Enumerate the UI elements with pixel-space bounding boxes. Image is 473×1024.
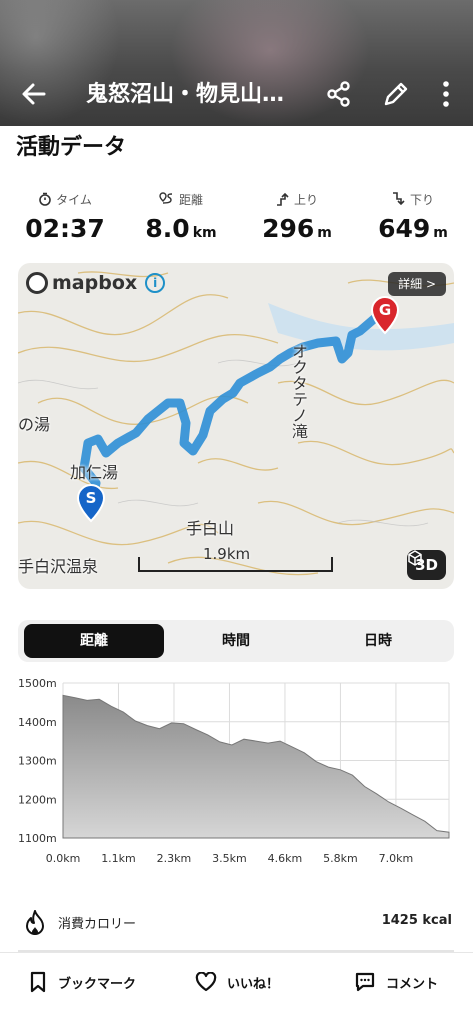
stat-descent: 下り 649 m [358,188,468,248]
map-label-mountain: 手白山 [186,519,235,538]
more-vertical-icon [443,81,449,107]
start-marker[interactable]: S [76,483,106,523]
stat-time-label: タイム [56,192,92,207]
calories-label: 消費カロリー [58,917,137,932]
comment-icon [355,972,375,992]
scale-label: 1.9km [203,545,251,563]
info-icon[interactable]: i [145,273,166,293]
stat-ascent-value: 296 [262,214,315,243]
route-pin-icon [159,192,172,204]
map-label-onsen: 手白沢温泉 [18,557,99,576]
arrow-left-icon [22,83,46,105]
stat-distance-label: 距離 [178,192,203,207]
back-button[interactable] [18,78,50,110]
calories-value: 1425 kcal [381,913,452,928]
chart-ytick-label: 1500m [18,677,57,690]
chart-xtick-label: 3.5km [212,852,247,865]
chart-ytick-label: 1200m [18,793,57,806]
stat-distance: 距離 8.0 km [126,188,236,248]
share-icon [327,81,350,107]
stat-ascent-label: 上り [293,192,318,207]
share-button[interactable] [324,78,354,110]
chart-ytick-label: 1300m [18,755,57,768]
route-map[interactable]: の湯 加仁湯 手白沢温泉 手白山 オクタテノ滝 1.9km S G mapbox… [18,263,454,589]
bookmark-icon [30,971,46,993]
mapbox-logo[interactable]: mapbox i [26,269,166,297]
chart-xtick-label: 1.1km [101,852,136,865]
goal-marker[interactable]: G [370,295,400,335]
stat-distance-value: 8.0 [145,214,190,243]
descent-icon [392,192,405,206]
activity-stats: タイム 02:37 距離 8.0 km 上り 296 m 下り 649 m [0,188,473,248]
heart-icon [195,972,217,992]
stat-ascent: 上り 296 m [242,188,352,248]
calories-row: 消費カロリー 1425 kcal [18,903,454,943]
elevation-chart: 1500m 1400m 1300m 1200m 1100m 0.0km 1.1km 2.3k… [18,677,450,865]
chart-xtick-label: 4.6km [268,852,303,865]
header: 鬼怒沼山・物見山… [0,0,473,126]
chart-xtick-label: 2.3km [157,852,192,865]
bookmark-label: ブックマーク [58,976,137,992]
comment-label: コメント [386,976,439,992]
start-marker-label: S [86,489,97,507]
more-options-button[interactable] [434,78,458,110]
like-label: いいね！ [227,976,280,992]
section-title: 活動データ [16,135,127,160]
chart-tabs: 距離 時間 日時 [18,620,454,662]
stat-descent-value: 649 [378,214,431,243]
chart-ytick-label: 1100m [18,832,57,845]
map-label-kanoyu: 加仁湯 [70,463,119,482]
chart-xtick-label: 7.0km [379,852,414,865]
chart-xtick-label: 5.8km [323,852,358,865]
mapbox-icon [26,272,48,294]
stat-descent-label: 下り [409,192,434,207]
map-label-waterfall: オクタテノ滝 [289,343,308,439]
tab-datetime[interactable]: 日時 [308,624,448,658]
map-3d-button[interactable]: 3D [407,550,446,580]
stopwatch-icon [39,192,51,206]
stat-ascent-unit: m [317,225,332,241]
comment-button[interactable]: コメント [354,967,438,997]
map-detail-button[interactable]: 詳細 > [388,272,446,296]
goal-marker-label: G [379,301,391,319]
ascent-icon [276,192,289,206]
stat-time: タイム 02:37 [10,188,120,248]
edit-button[interactable] [380,78,410,110]
stat-descent-unit: m [433,225,448,241]
elevation-area [62,694,450,839]
tab-distance[interactable]: 距離 [24,624,164,658]
stat-time-value: 02:37 [25,214,105,243]
cube-icon [408,550,422,566]
map-label-yu: の湯 [18,415,51,434]
mapbox-logo-text: mapbox [52,272,138,294]
bottom-action-bar: ブックマーク いいね！ コメント [0,952,473,1024]
like-button[interactable]: いいね！ [195,967,279,997]
stat-distance-unit: km [192,225,217,241]
bookmark-button[interactable]: ブックマーク [28,967,136,997]
page-title: 鬼怒沼山・物見山… [86,82,285,107]
flame-icon [26,910,44,935]
chart-xtick-label: 0.0km [46,852,81,865]
chart-ytick-label: 1400m [18,716,57,729]
tab-time[interactable]: 時間 [166,624,306,658]
pencil-icon [384,82,408,106]
